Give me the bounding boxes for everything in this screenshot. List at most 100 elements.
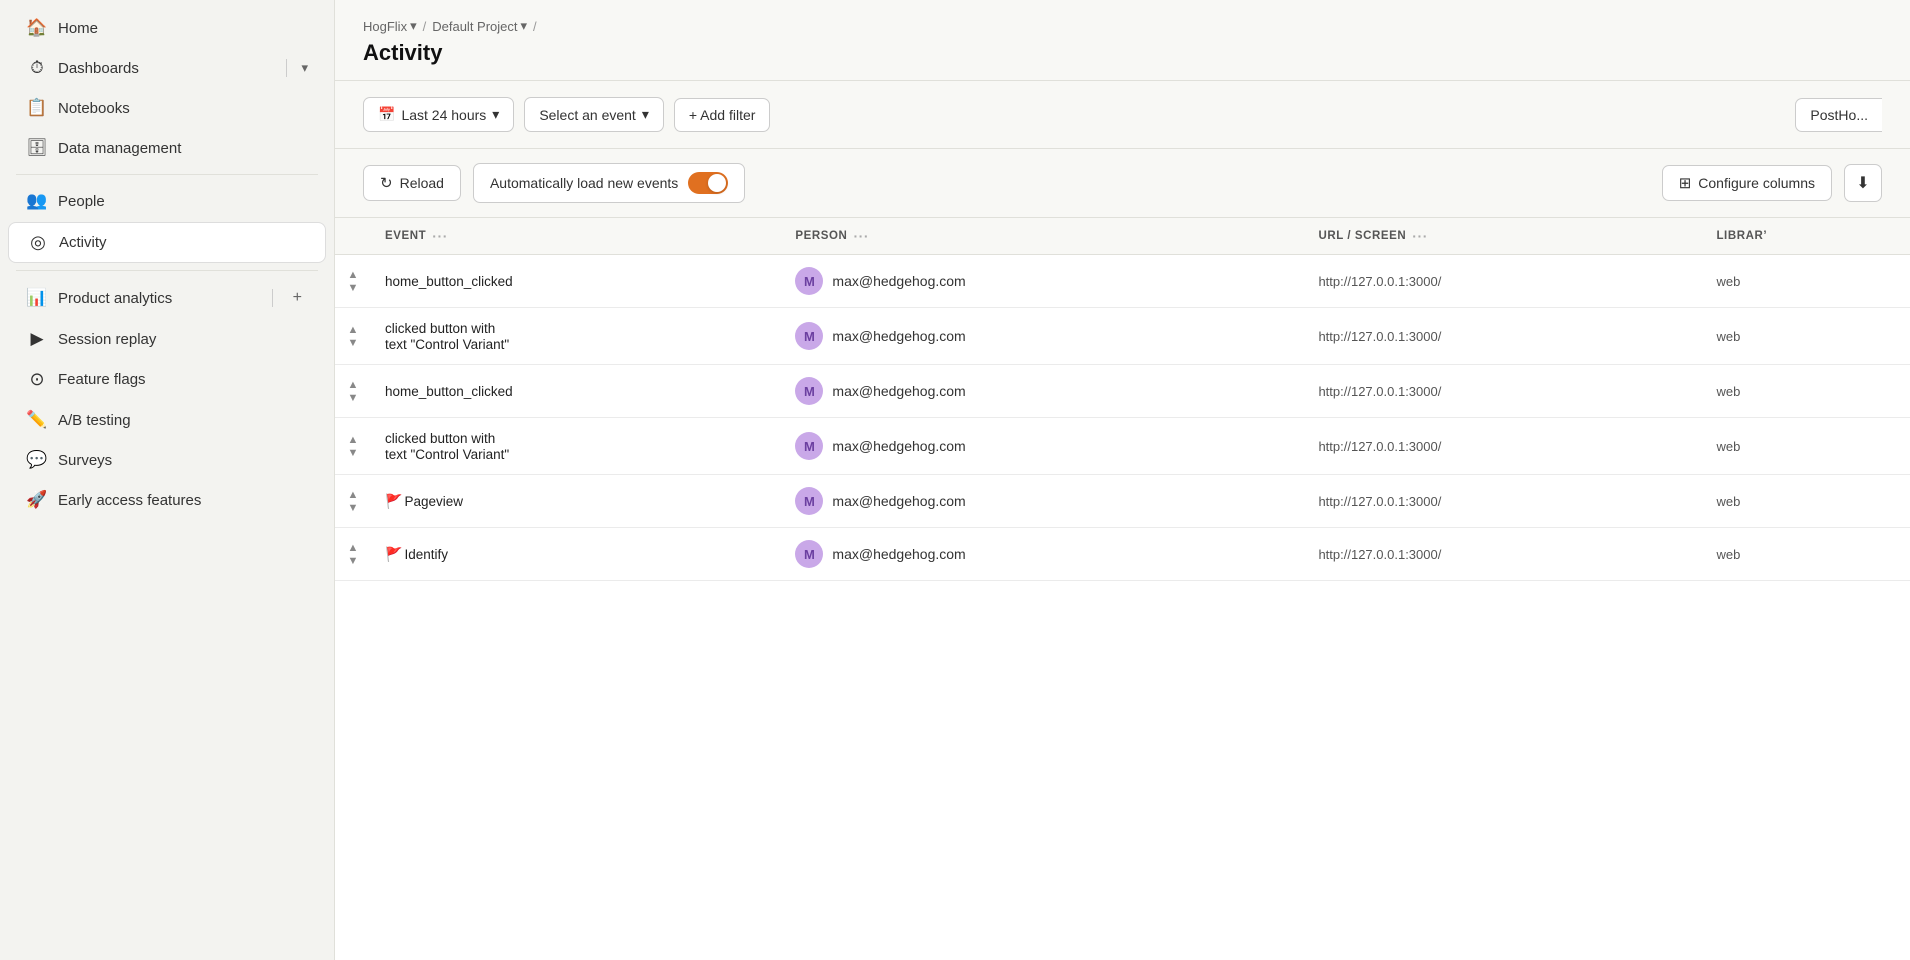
person-email[interactable]: max@hedgehog.com	[832, 438, 965, 454]
sidebar-item-activity[interactable]: ◎ Activity	[8, 222, 326, 263]
chevron-down-icon[interactable]: ▾	[301, 60, 308, 76]
table-row: ▲▼🚩IdentifyMmax@hedgehog.comhttp://127.0…	[335, 528, 1910, 581]
sidebar: 🏠 Home ⏱ Dashboards ▾ 📋 Notebooks 🗄 Data…	[0, 0, 335, 960]
add-filter-button[interactable]: + Add filter	[674, 98, 771, 132]
event-name[interactable]: Identify	[404, 547, 448, 562]
expand-arrows[interactable]: ▲▼	[341, 269, 365, 294]
person-cell: Mmax@hedgehog.com	[781, 528, 1304, 581]
session-replay-icon: ▶	[26, 329, 48, 349]
expand-cell: ▲▼	[335, 528, 371, 581]
event-name[interactable]: Pageview	[404, 494, 463, 509]
breadcrumb-org[interactable]: HogFlix ▾	[363, 18, 417, 34]
person-email[interactable]: max@hedgehog.com	[832, 493, 965, 509]
event-cell: clicked button withtext "Control Variant…	[371, 308, 781, 365]
avatar: M	[795, 322, 823, 350]
url-cell: http://127.0.0.1:3000/	[1304, 255, 1702, 308]
table-row: ▲▼🚩PageviewMmax@hedgehog.comhttp://127.0…	[335, 475, 1910, 528]
dashboards-icon: ⏱	[26, 58, 48, 78]
event-name[interactable]: home_button_clicked	[385, 274, 513, 289]
person-cell: Mmax@hedgehog.com	[781, 255, 1304, 308]
library-cell: web	[1702, 418, 1910, 475]
sidebar-item-session-replay[interactable]: ▶ Session replay	[8, 320, 326, 358]
sidebar-item-label: Activity	[59, 234, 307, 251]
download-button[interactable]: ⬇	[1844, 164, 1882, 202]
activity-icon: ◎	[27, 232, 49, 253]
home-icon: 🏠	[26, 18, 48, 38]
event-filter-button[interactable]: Select an event ▾	[524, 97, 664, 132]
divider	[286, 59, 287, 77]
event-cell: clicked button withtext "Control Variant…	[371, 418, 781, 475]
expand-arrows[interactable]: ▲▼	[341, 542, 365, 567]
person-column-header: PERSON ···	[781, 218, 1304, 255]
add-filter-label: + Add filter	[689, 107, 756, 123]
event-name[interactable]: clicked button withtext "Control Variant…	[385, 321, 509, 352]
url-cell: http://127.0.0.1:3000/	[1304, 418, 1702, 475]
posthog-btn-label: PostHo...	[1810, 107, 1868, 123]
event-name[interactable]: home_button_clicked	[385, 384, 513, 399]
expand-arrows[interactable]: ▲▼	[341, 379, 365, 404]
project-chevron-icon: ▾	[521, 18, 528, 34]
configure-columns-button[interactable]: ⊞ Configure columns	[1662, 165, 1832, 201]
person-email[interactable]: max@hedgehog.com	[832, 546, 965, 562]
chevron-down-icon: ▾	[492, 106, 499, 123]
sidebar-item-label: Dashboards	[58, 60, 272, 77]
filter-toolbar: 📅 Last 24 hours ▾ Select an event ▾ + Ad…	[335, 81, 1910, 149]
sidebar-item-label: Home	[58, 20, 308, 37]
sidebar-item-label: A/B testing	[58, 412, 308, 429]
url-col-menu[interactable]: ···	[1412, 228, 1428, 244]
download-icon: ⬇	[1856, 173, 1869, 193]
sidebar-item-surveys[interactable]: 💬 Surveys	[8, 441, 326, 479]
sidebar-item-early-access[interactable]: 🚀 Early access features	[8, 481, 326, 519]
sidebar-item-label: Early access features	[58, 492, 308, 509]
library-cell: web	[1702, 365, 1910, 418]
sidebar-item-people[interactable]: 👥 People	[8, 182, 326, 220]
expand-arrows[interactable]: ▲▼	[341, 434, 365, 459]
event-col-menu[interactable]: ···	[432, 228, 448, 244]
auto-load-toggle[interactable]	[688, 172, 728, 194]
add-insight-button[interactable]: +	[287, 287, 308, 309]
sidebar-divider	[16, 174, 318, 175]
sidebar-item-feature-flags[interactable]: ⊙ Feature flags	[8, 360, 326, 399]
table-row: ▲▼ home_button_clicked Mmax@hedgehog.comht…	[335, 255, 1910, 308]
url-cell: http://127.0.0.1:3000/	[1304, 365, 1702, 418]
person-cell: Mmax@hedgehog.com	[781, 365, 1304, 418]
person-col-menu[interactable]: ···	[853, 228, 869, 244]
sidebar-item-home[interactable]: 🏠 Home	[8, 9, 326, 47]
person-email[interactable]: max@hedgehog.com	[832, 328, 965, 344]
table-row: ▲▼ clicked button withtext "Control Varia…	[335, 308, 1910, 365]
posthog-filter-button[interactable]: PostHo...	[1795, 98, 1882, 132]
notebooks-icon: 📋	[26, 98, 48, 118]
sidebar-item-dashboards[interactable]: ⏱ Dashboards ▾	[8, 49, 326, 87]
library-column-header: LIBRAR’	[1702, 218, 1910, 255]
sidebar-item-product-analytics[interactable]: 📊 Product analytics +	[8, 278, 326, 318]
table-row: ▲▼ clicked button withtext "Control Varia…	[335, 418, 1910, 475]
library-cell: web	[1702, 308, 1910, 365]
configure-label: Configure columns	[1698, 175, 1815, 191]
event-name[interactable]: clicked button withtext "Control Variant…	[385, 431, 509, 462]
expand-header	[335, 218, 371, 255]
sidebar-item-label: Surveys	[58, 452, 308, 469]
sidebar-item-notebooks[interactable]: 📋 Notebooks	[8, 89, 326, 127]
person-email[interactable]: max@hedgehog.com	[832, 273, 965, 289]
page-title: Activity	[363, 40, 1882, 66]
time-filter-button[interactable]: 📅 Last 24 hours ▾	[363, 97, 514, 132]
library-cell: web	[1702, 528, 1910, 581]
url-column-header: URL / SCREEN ···	[1304, 218, 1702, 255]
event-filter-label: Select an event	[539, 107, 636, 123]
auto-load-container: Automatically load new events	[473, 163, 745, 203]
expand-arrows[interactable]: ▲▼	[341, 324, 365, 349]
event-cell: home_button_clicked	[371, 365, 781, 418]
sidebar-item-label: People	[58, 193, 308, 210]
reload-button[interactable]: ↻ Reload	[363, 165, 461, 201]
event-cell: 🚩Identify	[371, 528, 781, 581]
surveys-icon: 💬	[26, 450, 48, 470]
person-email[interactable]: max@hedgehog.com	[832, 383, 965, 399]
breadcrumb-project[interactable]: Default Project ▾	[432, 18, 527, 34]
sidebar-item-data-management[interactable]: 🗄 Data management	[8, 129, 326, 167]
events-table: EVENT ··· PERSON ··· URL / SCREEN	[335, 218, 1910, 581]
product-analytics-icon: 📊	[26, 288, 48, 308]
reload-label: Reload	[400, 175, 444, 191]
expand-arrows[interactable]: ▲▼	[341, 489, 365, 514]
sidebar-item-ab-testing[interactable]: ✏️ A/B testing	[8, 401, 326, 439]
url-cell: http://127.0.0.1:3000/	[1304, 308, 1702, 365]
